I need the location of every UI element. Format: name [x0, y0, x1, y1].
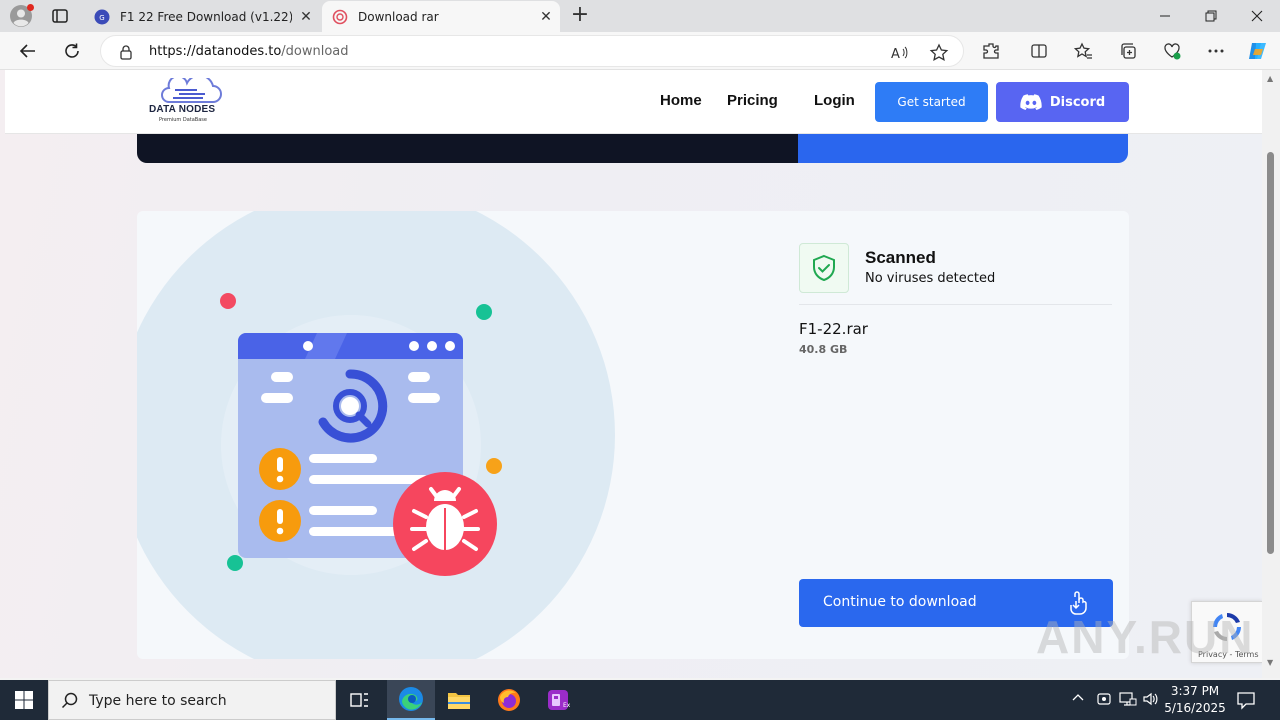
browser-tab-strip: G F1 22 Free Download (v1.22) - Rep ✕ Do…	[0, 0, 1280, 32]
favorite-star-icon[interactable]	[929, 43, 949, 63]
datanodes-favicon-icon	[332, 9, 348, 25]
site-header: DATA NODES Premium DataBase Home Pricing…	[5, 70, 1262, 134]
profile-avatar-icon[interactable]	[10, 4, 34, 27]
top-banner	[137, 134, 1128, 163]
task-view-icon	[350, 693, 368, 707]
restore-window-button[interactable]	[1188, 0, 1234, 32]
banner-blue-section	[798, 134, 1128, 163]
download-card: Scanned No viruses detected F1-22.rar 40…	[137, 211, 1129, 659]
page-viewport: DATA NODES Premium DataBase Home Pricing…	[0, 70, 1262, 678]
continue-to-download-label: Continue to download	[823, 594, 977, 610]
tab-title: Download rar	[358, 9, 439, 24]
minimize-window-button[interactable]	[1142, 0, 1188, 32]
discord-button[interactable]: Discord	[996, 82, 1129, 122]
page-scrollbar[interactable]: ▲ ▼	[1262, 70, 1280, 678]
tab-f1-22-free-download[interactable]: G F1 22 Free Download (v1.22) - Rep ✕	[84, 1, 320, 32]
url-path: /download	[281, 44, 349, 59]
svg-text:A: A	[891, 47, 900, 62]
start-button[interactable]	[0, 680, 48, 720]
meet-now-icon[interactable]	[1096, 691, 1112, 710]
new-tab-button[interactable]: +	[568, 4, 592, 28]
search-placeholder: Type here to search	[89, 693, 227, 709]
collections-icon[interactable]	[1118, 41, 1138, 61]
anyrun-watermark: ANY.RUN	[1036, 611, 1255, 663]
tab-title: F1 22 Free Download (v1.22) - Rep	[120, 9, 292, 24]
banner-dark-section	[137, 134, 798, 163]
close-tab-icon[interactable]: ✕	[532, 9, 560, 25]
archive-app-icon: Ex	[548, 690, 570, 710]
close-tab-icon[interactable]: ✕	[292, 9, 320, 25]
discord-icon	[1020, 94, 1042, 110]
show-hidden-icons-icon[interactable]	[1071, 691, 1085, 708]
task-view-button[interactable]	[336, 680, 384, 720]
logo-word-data: DATA	[149, 104, 176, 115]
cloud-logo-icon	[161, 78, 222, 103]
windows-taskbar: Type here to search Ex 3:37 PM 5/16/2025	[0, 680, 1280, 720]
browser-essentials-icon[interactable]	[1162, 41, 1182, 61]
shield-check-icon	[799, 243, 849, 293]
refresh-icon	[65, 43, 79, 58]
taskbar-file-explorer-app[interactable]	[435, 680, 483, 720]
logo-word-nodes: NODES	[178, 104, 216, 115]
scan-result: Scanned No viruses detected	[799, 243, 1112, 305]
copilot-icon[interactable]	[1246, 39, 1270, 63]
more-options-icon[interactable]	[1206, 41, 1226, 61]
scan-status: No viruses detected	[865, 271, 996, 286]
virus-scan-illustration	[137, 211, 615, 659]
tab-actions-icon[interactable]	[50, 6, 70, 26]
read-aloud-icon[interactable]: A	[889, 43, 909, 63]
nav-pricing-link[interactable]: Pricing	[727, 92, 778, 109]
svg-text:G: G	[99, 14, 104, 22]
network-icon[interactable]	[1119, 691, 1137, 710]
back-button[interactable]	[14, 38, 42, 64]
edge-icon	[399, 687, 423, 711]
address-bar[interactable]: https://datanodes.to/download A	[100, 35, 964, 67]
favorites-icon[interactable]	[1073, 41, 1093, 61]
taskbar-edge-app[interactable]	[387, 680, 435, 720]
datanodes-logo[interactable]: DATA NODES Premium DataBase	[149, 78, 229, 126]
firefox-icon	[498, 689, 520, 711]
scroll-down-icon[interactable]: ▼	[1267, 658, 1273, 667]
url-host: https://datanodes.to	[149, 44, 282, 59]
taskbar-winrar-app[interactable]: Ex	[534, 680, 582, 720]
site-favicon-icon: G	[94, 9, 110, 25]
windows-logo-icon	[15, 691, 33, 709]
taskbar-search-box[interactable]: Type here to search	[48, 680, 336, 720]
scan-title: Scanned	[865, 248, 936, 267]
svg-text:Ex: Ex	[563, 702, 570, 709]
tab-download-rar[interactable]: Download rar ✕	[322, 1, 560, 32]
volume-icon[interactable]	[1142, 691, 1160, 710]
split-screen-icon[interactable]	[1029, 41, 1049, 61]
folder-icon	[448, 693, 470, 709]
clock-time: 3:37 PM	[1170, 684, 1220, 698]
scroll-up-icon[interactable]: ▲	[1267, 74, 1273, 83]
file-size: 40.8 GB	[799, 343, 848, 356]
logo-wordmark: DATA NODES	[149, 104, 215, 115]
taskbar-firefox-app[interactable]	[485, 680, 533, 720]
system-clock[interactable]: 3:37 PM 5/16/2025	[1160, 683, 1230, 717]
nav-login-link[interactable]: Login	[814, 92, 855, 109]
back-arrow-icon	[19, 44, 35, 58]
file-name: F1-22.rar	[799, 320, 868, 338]
search-icon	[61, 691, 79, 713]
close-window-button[interactable]	[1234, 0, 1280, 32]
notifications-icon[interactable]	[1236, 690, 1256, 714]
notification-dot	[27, 4, 34, 11]
logo-tagline: Premium DataBase	[159, 117, 207, 123]
browser-toolbar: https://datanodes.to/download A	[0, 32, 1280, 70]
url-text[interactable]: https://datanodes.to/download	[149, 44, 349, 59]
lock-icon[interactable]	[119, 44, 133, 64]
nav-home-link[interactable]: Home	[660, 92, 702, 109]
clock-date: 5/16/2025	[1164, 701, 1226, 715]
refresh-button[interactable]	[58, 38, 86, 64]
scrollbar-thumb[interactable]	[1267, 152, 1274, 554]
discord-label: Discord	[1049, 94, 1106, 110]
get-started-button[interactable]: Get started	[875, 82, 988, 122]
extensions-icon[interactable]	[981, 41, 1001, 61]
